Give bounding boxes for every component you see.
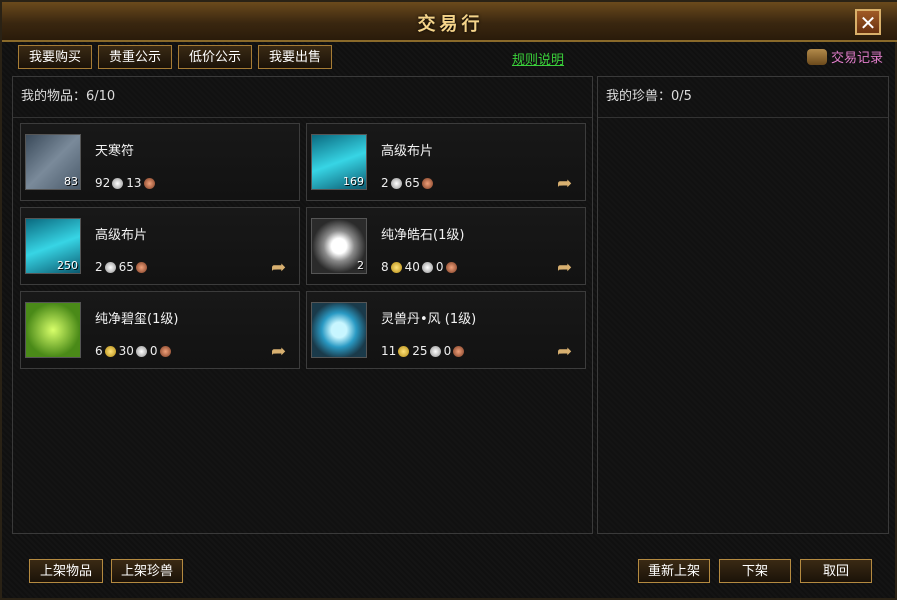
item-name: 灵兽丹•风 (1级)	[381, 312, 477, 327]
copper-coin-icon	[135, 261, 147, 273]
trading-window: 交易行 ✕ 我要购买 贵重公示 低价公示 我要出售 规则说明 交易记录 我的物品…	[0, 0, 897, 600]
item-card[interactable]: 2 纯净皓石(1级) 8 40 0 ➦	[306, 207, 586, 285]
price-amount: 11	[381, 344, 397, 358]
gold-coin-icon	[104, 345, 116, 357]
orb-item-icon	[311, 302, 367, 358]
price-amount: 13	[126, 176, 142, 190]
item-price: 11 25 0	[381, 344, 466, 358]
relist-button[interactable]: 重新上架	[638, 559, 710, 583]
price-amount: 65	[404, 176, 420, 190]
copper-coin-icon	[421, 177, 433, 189]
item-card[interactable]: 纯净碧玺(1级) 6 30 0 ➦	[20, 291, 300, 369]
list-pet-button[interactable]: 上架珍兽	[111, 559, 183, 583]
my-items-panel: 我的物品：6/10 83 天寒符 92 13 169 高级布片 2 65 ➦ 2…	[12, 76, 593, 534]
scroll-icon	[806, 48, 827, 65]
diamond-item-icon: 2	[311, 218, 367, 274]
close-button[interactable]: ✕	[855, 9, 881, 35]
rules-link[interactable]: 规则说明	[512, 49, 564, 68]
silver-coin-icon	[421, 261, 433, 273]
close-icon: ✕	[859, 11, 877, 35]
price-amount: 2	[381, 176, 389, 190]
item-name: 纯净碧玺(1级)	[95, 312, 179, 327]
price-amount: 0	[149, 344, 158, 358]
price-amount: 25	[412, 344, 428, 358]
my-items-header: 我的物品：6/10	[13, 77, 592, 118]
price-amount: 8	[381, 260, 389, 274]
tab-lowprice-notice[interactable]: 低价公示	[178, 45, 253, 69]
trade-records-label: 交易记录	[830, 51, 883, 66]
list-item-button[interactable]: 上架物品	[29, 559, 103, 583]
item-count: 169	[343, 175, 364, 188]
price-amount: 0	[443, 344, 452, 358]
item-price: 6 30 0	[95, 344, 173, 358]
item-count: 2	[357, 259, 364, 272]
trade-records-link[interactable]: 交易记录	[806, 47, 883, 66]
share-arrow-icon[interactable]: ➦	[271, 259, 293, 277]
jade-item-icon	[25, 302, 81, 358]
price-amount: 30	[118, 344, 134, 358]
item-card[interactable]: 169 高级布片 2 65 ➦	[306, 123, 586, 201]
gold-coin-icon	[390, 261, 402, 273]
item-count: 83	[64, 175, 78, 188]
item-card[interactable]: 灵兽丹•风 (1级) 11 25 0 ➦	[306, 291, 586, 369]
item-name: 天寒符	[95, 144, 135, 159]
my-pets-header: 我的珍兽：0/5	[598, 77, 888, 118]
share-arrow-icon[interactable]: ➦	[557, 175, 579, 193]
item-count: 250	[57, 259, 78, 272]
my-pets-panel: 我的珍兽：0/5	[597, 76, 889, 534]
price-amount: 2	[95, 260, 103, 274]
item-card[interactable]: 83 天寒符 92 13	[20, 123, 300, 201]
price-amount: 40	[404, 260, 420, 274]
silver-coin-icon	[390, 177, 402, 189]
tab-valuable-notice[interactable]: 贵重公示	[98, 45, 173, 69]
item-name: 高级布片	[95, 228, 148, 243]
share-arrow-icon[interactable]: ➦	[557, 343, 579, 361]
window-title: 交易行	[417, 14, 484, 35]
cloth-item-icon: 169	[311, 134, 367, 190]
price-amount: 65	[118, 260, 134, 274]
copper-coin-icon	[159, 345, 171, 357]
share-arrow-icon[interactable]: ➦	[271, 343, 293, 361]
item-name: 纯净皓石(1级)	[381, 228, 465, 243]
tab-buy[interactable]: 我要购买	[18, 45, 93, 69]
silver-coin-icon	[429, 345, 441, 357]
silver-coin-icon	[104, 261, 116, 273]
item-grid: 83 天寒符 92 13 169 高级布片 2 65 ➦ 250 高级布片 2 …	[20, 123, 586, 369]
copper-coin-icon	[143, 177, 155, 189]
delist-button[interactable]: 下架	[719, 559, 791, 583]
tab-sell[interactable]: 我要出售	[258, 45, 333, 69]
item-price: 2 65	[95, 260, 149, 274]
copper-coin-icon	[453, 345, 465, 357]
gold-coin-icon	[398, 345, 410, 357]
copper-coin-icon	[445, 261, 457, 273]
retrieve-button[interactable]: 取回	[800, 559, 872, 583]
silver-coin-icon	[135, 345, 147, 357]
silver-coin-icon	[112, 177, 124, 189]
item-price: 8 40 0	[381, 260, 459, 274]
share-arrow-icon[interactable]: ➦	[557, 259, 579, 277]
price-amount: 92	[95, 176, 111, 190]
tab-bar: 我要购买 贵重公示 低价公示 我要出售	[18, 45, 333, 69]
price-amount: 6	[95, 344, 103, 358]
price-amount: 0	[435, 260, 444, 274]
scroll-item-icon: 83	[25, 134, 81, 190]
title-bar: 交易行 ✕	[2, 2, 897, 42]
item-price: 2 65	[381, 176, 435, 190]
cloth-item-icon: 250	[25, 218, 81, 274]
item-price: 92 13	[95, 176, 157, 190]
item-card[interactable]: 250 高级布片 2 65 ➦	[20, 207, 300, 285]
item-name: 高级布片	[381, 144, 434, 159]
